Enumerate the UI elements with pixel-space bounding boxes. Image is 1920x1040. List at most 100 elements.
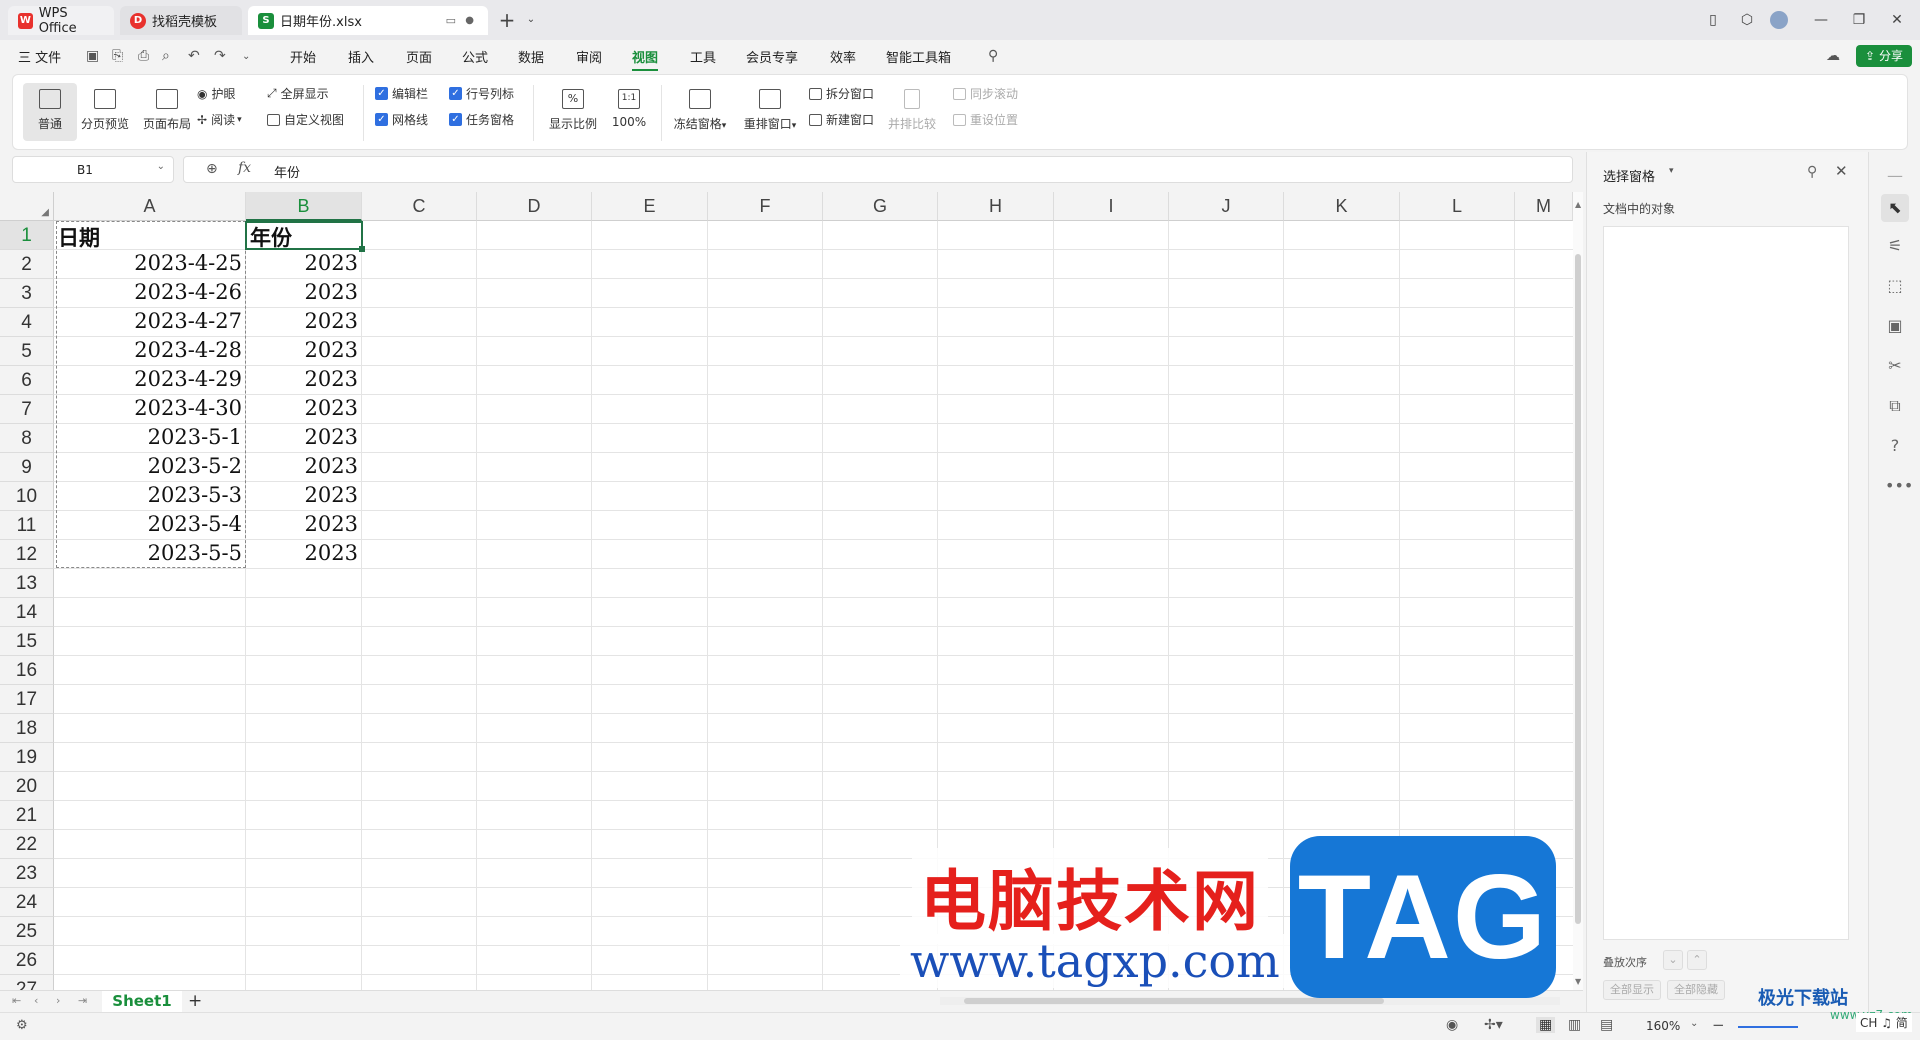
- row-header[interactable]: 19: [0, 743, 54, 772]
- tab-docer[interactable]: D 找稻壳模板: [120, 6, 242, 35]
- vertical-scrollbar[interactable]: ▲ ▼: [1573, 192, 1583, 990]
- menu-smart-toolbox[interactable]: 智能工具箱: [886, 47, 951, 66]
- side-by-side-button[interactable]: 并排比较: [883, 83, 941, 141]
- eye-protect-button[interactable]: ◉ 护眼: [197, 85, 236, 102]
- table-cell[interactable]: 2023: [246, 280, 358, 304]
- column-header-h[interactable]: H: [938, 192, 1054, 221]
- row-header[interactable]: 22: [0, 830, 54, 859]
- close-pane-icon[interactable]: ✕: [1835, 162, 1848, 180]
- column-header-k[interactable]: K: [1284, 192, 1400, 221]
- table-cell[interactable]: 2023: [246, 512, 358, 536]
- selection-pane-title[interactable]: 选择窗格: [1603, 166, 1655, 185]
- row-header[interactable]: 16: [0, 656, 54, 685]
- selection-pointer-icon[interactable]: ⬉: [1881, 194, 1909, 222]
- freeze-panes-button[interactable]: 冻结窗格▾: [667, 83, 733, 141]
- reset-position-button[interactable]: 重设位置: [953, 111, 1018, 128]
- tools-icon[interactable]: ✂: [1885, 356, 1905, 376]
- menu-page[interactable]: 页面: [406, 47, 432, 66]
- zoom-slider[interactable]: [1738, 1026, 1798, 1028]
- table-cell[interactable]: 2023: [246, 367, 358, 391]
- menu-tools[interactable]: 工具: [690, 47, 716, 66]
- comment-icon[interactable]: ⬚: [1885, 276, 1905, 296]
- undo-icon[interactable]: ↶: [188, 48, 200, 64]
- column-header-a[interactable]: A: [54, 192, 246, 221]
- monitor-icon[interactable]: ▭: [446, 14, 456, 27]
- menu-insert[interactable]: 插入: [348, 47, 374, 66]
- layout-icon[interactable]: ▯: [1700, 8, 1726, 32]
- column-header-l[interactable]: L: [1400, 192, 1515, 221]
- sync-scroll-button[interactable]: 同步滚动: [953, 85, 1018, 102]
- headings-checkbox[interactable]: ✓ 行号列标: [449, 85, 514, 102]
- horizontal-scroll-thumb[interactable]: [964, 998, 1384, 1004]
- column-header-g[interactable]: G: [823, 192, 938, 221]
- formula-bar-checkbox[interactable]: ✓ 编辑栏: [375, 85, 428, 102]
- search-icon[interactable]: ⚲: [988, 48, 998, 64]
- next-sheet-icon[interactable]: ›: [56, 994, 60, 1007]
- show-all-button[interactable]: 全部显示: [1603, 980, 1661, 1000]
- chevron-down-icon[interactable]: ⌄: [157, 161, 165, 172]
- row-header[interactable]: 10: [0, 482, 54, 511]
- move-down-button[interactable]: ⌄: [1663, 950, 1683, 970]
- cloud-icon[interactable]: ☁: [1826, 48, 1840, 64]
- tab-wps-office[interactable]: W WPS Office: [8, 6, 114, 36]
- eye-view-icon[interactable]: ◉: [1446, 1017, 1458, 1033]
- page-layout-button[interactable]: 页面布局: [137, 83, 197, 141]
- row-header[interactable]: 5: [0, 337, 54, 366]
- fill-handle[interactable]: [359, 246, 365, 252]
- new-tab-icon[interactable]: +: [494, 8, 520, 32]
- table-cell[interactable]: 2023: [246, 396, 358, 420]
- row-header[interactable]: 1: [0, 221, 54, 250]
- row-header[interactable]: 4: [0, 308, 54, 337]
- page-layout-view-icon[interactable]: ▤: [1600, 1017, 1613, 1033]
- page-preview-button[interactable]: 分页预览: [75, 83, 135, 141]
- hide-all-button[interactable]: 全部隐藏: [1667, 980, 1725, 1000]
- vertical-scroll-thumb[interactable]: [1575, 254, 1581, 924]
- menu-formula[interactable]: 公式: [462, 47, 488, 66]
- reading-button[interactable]: ✢ 阅读 ▾: [197, 111, 242, 128]
- macro-icon[interactable]: ⚙: [16, 1018, 28, 1033]
- table-cell[interactable]: 2023: [246, 251, 358, 275]
- zoom-100-button[interactable]: 1:1 100%: [605, 83, 653, 141]
- row-header[interactable]: 6: [0, 366, 54, 395]
- gridlines-checkbox[interactable]: ✓ 网格线: [375, 111, 428, 128]
- formula-input[interactable]: ⊕ fx 年份: [183, 156, 1573, 183]
- column-header-m[interactable]: M: [1515, 192, 1573, 221]
- more-icon[interactable]: •••: [1885, 476, 1913, 496]
- scroll-up-icon[interactable]: ▲: [1575, 200, 1581, 209]
- row-header[interactable]: 8: [0, 424, 54, 453]
- row-header[interactable]: 2: [0, 250, 54, 279]
- view-options-icon[interactable]: ✢▾: [1484, 1017, 1503, 1033]
- last-sheet-icon[interactable]: ⇥: [78, 994, 87, 1007]
- print-icon[interactable]: ⎙: [138, 48, 149, 64]
- column-header-i[interactable]: I: [1054, 192, 1169, 221]
- table-cell[interactable]: 2023: [246, 483, 358, 507]
- row-header[interactable]: 24: [0, 888, 54, 917]
- tab-document[interactable]: S 日期年份.xlsx ▭ ●: [248, 6, 488, 35]
- column-header-e[interactable]: E: [592, 192, 708, 221]
- row-header[interactable]: 23: [0, 859, 54, 888]
- add-sheet-icon[interactable]: +: [188, 991, 202, 1011]
- column-header-c[interactable]: C: [362, 192, 477, 221]
- column-header-f[interactable]: F: [708, 192, 823, 221]
- table-cell[interactable]: 2023: [246, 541, 358, 565]
- adjust-icon[interactable]: ⚟: [1885, 236, 1905, 256]
- table-cell[interactable]: 2023: [246, 425, 358, 449]
- custom-view-button[interactable]: 自定义视图: [267, 111, 344, 128]
- table-cell[interactable]: 2023: [246, 309, 358, 333]
- tab-list-chevron-icon[interactable]: ⌄: [518, 8, 544, 32]
- redo-icon[interactable]: ↷: [214, 48, 226, 64]
- prev-sheet-icon[interactable]: ‹: [34, 994, 38, 1007]
- column-header-d[interactable]: D: [477, 192, 592, 221]
- ime-indicator[interactable]: CH ♫ 简: [1856, 1013, 1912, 1032]
- move-up-button[interactable]: ⌃: [1687, 950, 1707, 970]
- row-header[interactable]: 20: [0, 772, 54, 801]
- save-icon[interactable]: ▣: [86, 48, 99, 64]
- row-header[interactable]: 26: [0, 946, 54, 975]
- row-header[interactable]: 9: [0, 453, 54, 482]
- column-header-b[interactable]: B: [246, 192, 362, 221]
- zoom-dropdown-icon[interactable]: ⌄: [1690, 1018, 1698, 1029]
- split-window-button[interactable]: 拆分窗口: [809, 85, 874, 102]
- cube-icon[interactable]: ⬡: [1734, 8, 1760, 32]
- column-header-j[interactable]: J: [1169, 192, 1284, 221]
- row-header[interactable]: 17: [0, 685, 54, 714]
